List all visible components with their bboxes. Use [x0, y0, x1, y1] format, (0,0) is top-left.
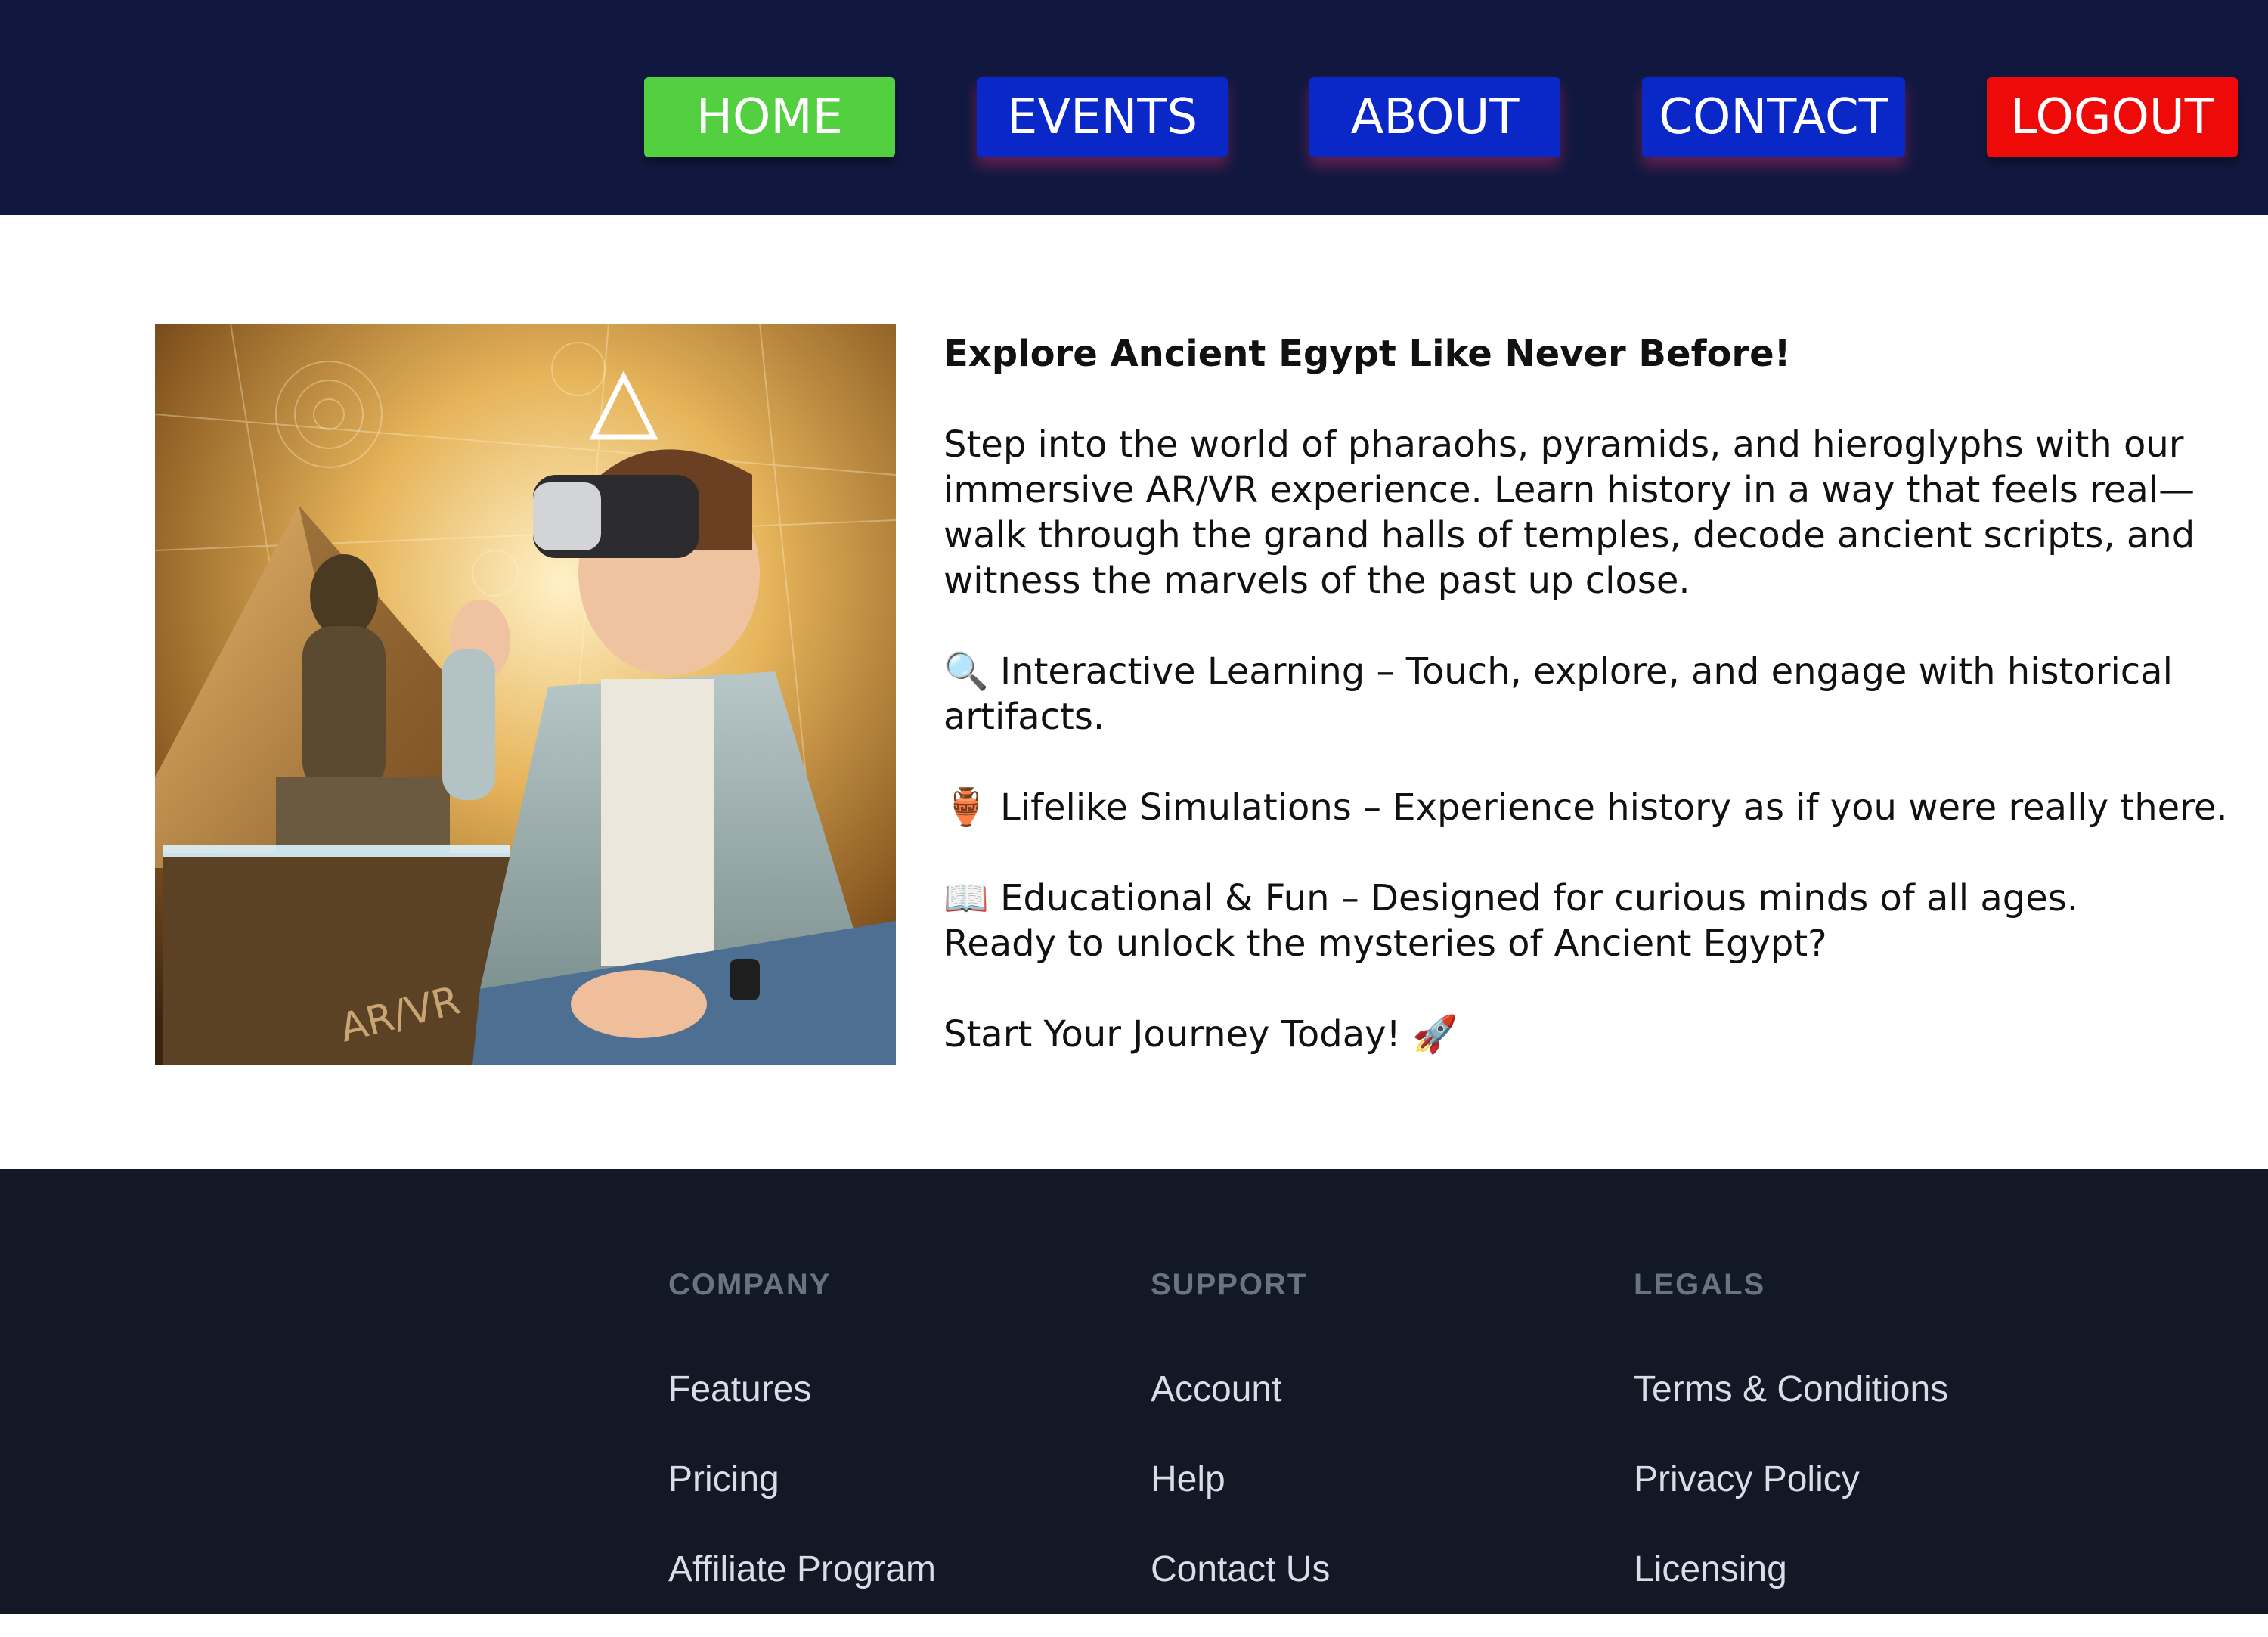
- footer-column-company: COMPANY Features Pricing Affiliate Progr…: [668, 1266, 1092, 1637]
- feature-lifelike-simulations: 🏺 Lifelike Simulations – Experience hist…: [943, 786, 2228, 829]
- footer-heading-company: COMPANY: [668, 1268, 832, 1301]
- nav-contact-button[interactable]: CONTACT: [1642, 77, 1905, 157]
- footer-link-affiliate-program[interactable]: Affiliate Program: [668, 1547, 1092, 1637]
- hero-heading: Explore Ancient Egypt Like Never Before!: [943, 333, 1791, 375]
- feature-interactive-learning: 🔍 Interactive Learning – Touch, explore,…: [943, 650, 2173, 738]
- footer-column-legals: LEGALS Terms & Conditions Privacy Policy…: [1634, 1266, 2057, 1637]
- hero-description: Explore Ancient Egypt Like Never Before!…: [943, 324, 2229, 1057]
- footer-heading-support: SUPPORT: [1151, 1268, 1308, 1301]
- hero-call-to-action: Start Your Journey Today! 🚀: [943, 1013, 1458, 1056]
- footer-link-contact-us[interactable]: Contact Us: [1151, 1547, 1574, 1637]
- footer-link-privacy-policy[interactable]: Privacy Policy: [1634, 1457, 2057, 1547]
- footer-link-account[interactable]: Account: [1151, 1367, 1574, 1457]
- site-footer: COMPANY Features Pricing Affiliate Progr…: [0, 1169, 2268, 1614]
- hero-question: Ready to unlock the mysteries of Ancient…: [943, 922, 1827, 965]
- top-navigation-bar: HOME EVENTS ABOUT CONTACT LOGOUT: [0, 0, 2268, 215]
- nav-about-button[interactable]: ABOUT: [1309, 77, 1560, 157]
- footer-heading-legals: LEGALS: [1634, 1268, 1766, 1301]
- hero-intro-text: Step into the world of pharaohs, pyramid…: [943, 423, 2195, 602]
- nav-events-button[interactable]: EVENTS: [977, 77, 1228, 157]
- footer-link-features[interactable]: Features: [668, 1367, 1092, 1457]
- footer-link-terms-conditions[interactable]: Terms & Conditions: [1634, 1367, 2057, 1457]
- footer-column-support: SUPPORT Account Help Contact Us: [1151, 1266, 1574, 1637]
- footer-link-help[interactable]: Help: [1151, 1457, 1574, 1547]
- hero-image-ar-vr-egypt: AR/VR: [155, 324, 896, 1065]
- footer-link-pricing[interactable]: Pricing: [668, 1457, 1092, 1547]
- footer-link-licensing[interactable]: Licensing: [1634, 1547, 2057, 1637]
- nav-home-button[interactable]: HOME: [644, 77, 895, 157]
- feature-educational-fun: 📖 Educational & Fun – Designed for curio…: [943, 877, 2079, 919]
- logout-button[interactable]: LOGOUT: [1987, 77, 2238, 157]
